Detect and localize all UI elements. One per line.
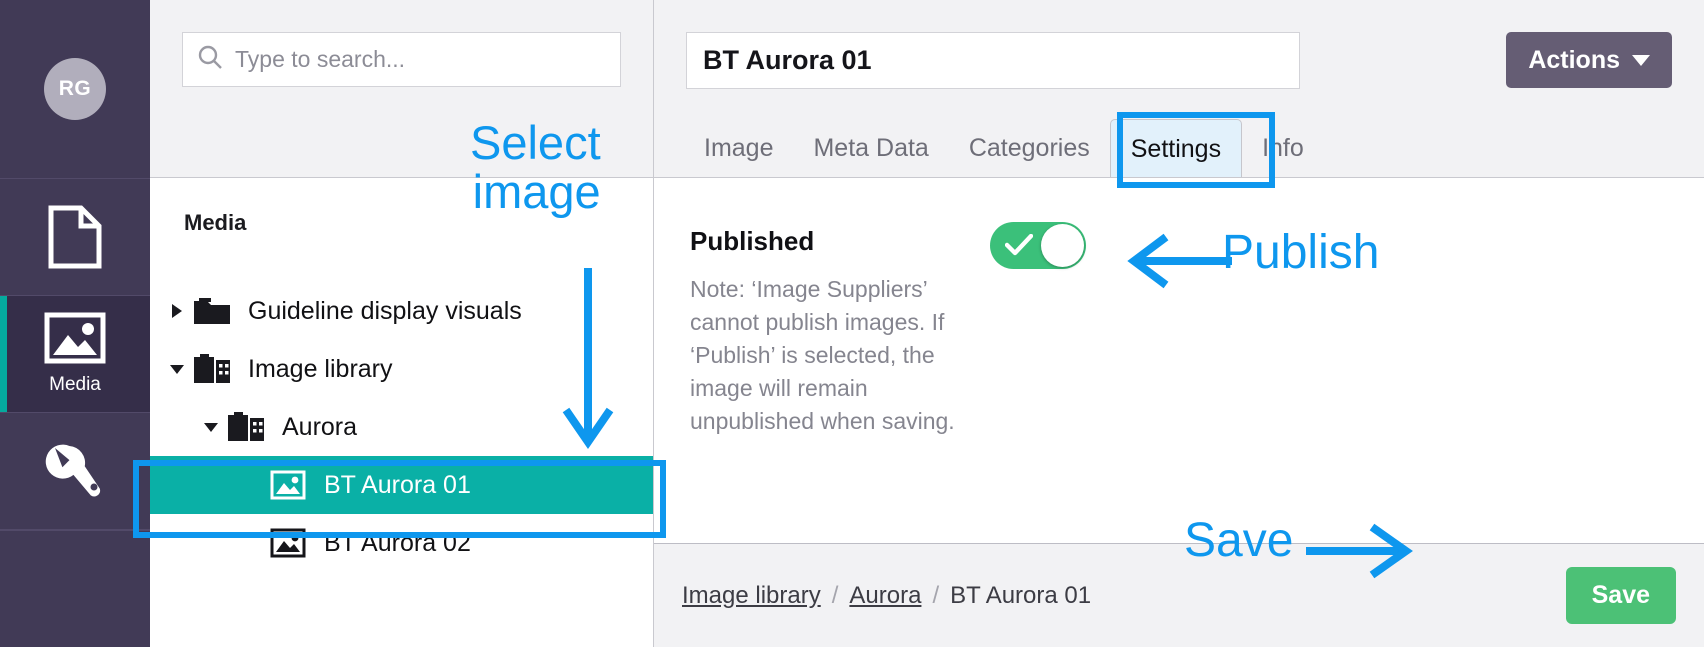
settings-pane: Published Note: ‘Image Suppliers’ cannot… bbox=[654, 178, 1704, 543]
breadcrumb-item-aurora[interactable]: Aurora bbox=[849, 582, 921, 610]
folder-icon bbox=[190, 296, 234, 326]
tree-body: Media Guideline display visuals Image li… bbox=[150, 178, 653, 647]
app-root: RG Media Type to search... Media Guideli… bbox=[0, 0, 1704, 647]
rail-filler bbox=[0, 530, 150, 647]
search-icon bbox=[197, 44, 223, 75]
sidebar-item-settings[interactable] bbox=[0, 413, 150, 530]
detail-header: BT Aurora 01 Actions bbox=[654, 0, 1704, 120]
tree-node-bt-aurora-01[interactable]: BT Aurora 01 bbox=[150, 456, 653, 514]
breadcrumb-item-current: BT Aurora 01 bbox=[950, 581, 1092, 609]
document-icon bbox=[47, 205, 103, 269]
detail-footer: Image library / Aurora / BT Aurora 01 Sa… bbox=[654, 543, 1704, 647]
image-icon bbox=[266, 470, 310, 500]
media-folder-icon bbox=[224, 411, 268, 443]
search-placeholder: Type to search... bbox=[235, 46, 406, 72]
avatar-zone: RG bbox=[0, 0, 150, 179]
chevron-right-icon[interactable] bbox=[164, 302, 190, 320]
published-note: Note: ‘Image Suppliers’ cannot publish i… bbox=[690, 276, 955, 435]
title-field[interactable]: BT Aurora 01 bbox=[686, 31, 1300, 89]
tree-node-guideline-display-visuals[interactable]: Guideline display visuals bbox=[150, 282, 653, 340]
actions-button-label: Actions bbox=[1528, 45, 1620, 74]
media-folder-icon bbox=[190, 353, 234, 385]
published-toggle[interactable] bbox=[990, 222, 1086, 269]
avatar[interactable]: RG bbox=[44, 58, 106, 120]
tab-settings[interactable]: Settings bbox=[1109, 119, 1243, 177]
media-tree: Guideline display visuals Image library … bbox=[150, 282, 653, 572]
tab-bar: Image Meta Data Categories Settings Info bbox=[654, 119, 1704, 178]
tree-node-label: Image library bbox=[248, 354, 393, 383]
wrench-icon bbox=[44, 443, 106, 499]
tab-meta-data[interactable]: Meta Data bbox=[793, 119, 948, 177]
search-input[interactable]: Type to search... bbox=[182, 32, 621, 87]
tree-heading: Media bbox=[184, 210, 247, 235]
sidebar-item-media[interactable]: Media bbox=[0, 296, 150, 413]
detail-pane: BT Aurora 01 Actions Image Meta Data Cat… bbox=[653, 0, 1704, 647]
chevron-down-icon[interactable] bbox=[164, 361, 190, 377]
image-icon bbox=[266, 528, 310, 558]
media-tree-panel: Type to search... Media Guideline displa… bbox=[150, 0, 653, 647]
tree-node-label: BT Aurora 02 bbox=[324, 528, 471, 557]
breadcrumb-item-image-library[interactable]: Image library bbox=[682, 582, 821, 610]
sidebar-item-content[interactable] bbox=[0, 179, 150, 296]
tree-node-label: Aurora bbox=[282, 412, 358, 441]
chevron-down-icon[interactable] bbox=[198, 419, 224, 435]
breadcrumb-separator: / bbox=[932, 581, 940, 609]
left-nav-rail: RG Media bbox=[0, 0, 150, 647]
tree-node-image-library[interactable]: Image library bbox=[150, 340, 653, 398]
toggle-knob bbox=[1041, 224, 1084, 267]
tab-info[interactable]: Info bbox=[1242, 119, 1324, 177]
breadcrumb: Image library / Aurora / BT Aurora 01 bbox=[682, 582, 1091, 610]
tab-categories[interactable]: Categories bbox=[949, 119, 1110, 177]
save-button[interactable]: Save bbox=[1565, 567, 1676, 624]
published-label: Published bbox=[690, 226, 815, 256]
check-icon bbox=[1004, 233, 1034, 261]
chevron-down-icon bbox=[1632, 54, 1650, 66]
breadcrumb-separator: / bbox=[831, 581, 839, 609]
tree-node-label: BT Aurora 01 bbox=[324, 470, 471, 499]
search-bar: Type to search... bbox=[150, 0, 653, 178]
tree-node-aurora[interactable]: Aurora bbox=[150, 398, 653, 456]
tree-node-label: Guideline display visuals bbox=[248, 296, 522, 325]
tab-image[interactable]: Image bbox=[684, 119, 793, 177]
sidebar-item-label: Media bbox=[49, 374, 101, 395]
actions-button[interactable]: Actions bbox=[1506, 32, 1672, 88]
image-icon bbox=[44, 312, 106, 364]
tree-node-bt-aurora-02[interactable]: BT Aurora 02 bbox=[150, 514, 653, 572]
